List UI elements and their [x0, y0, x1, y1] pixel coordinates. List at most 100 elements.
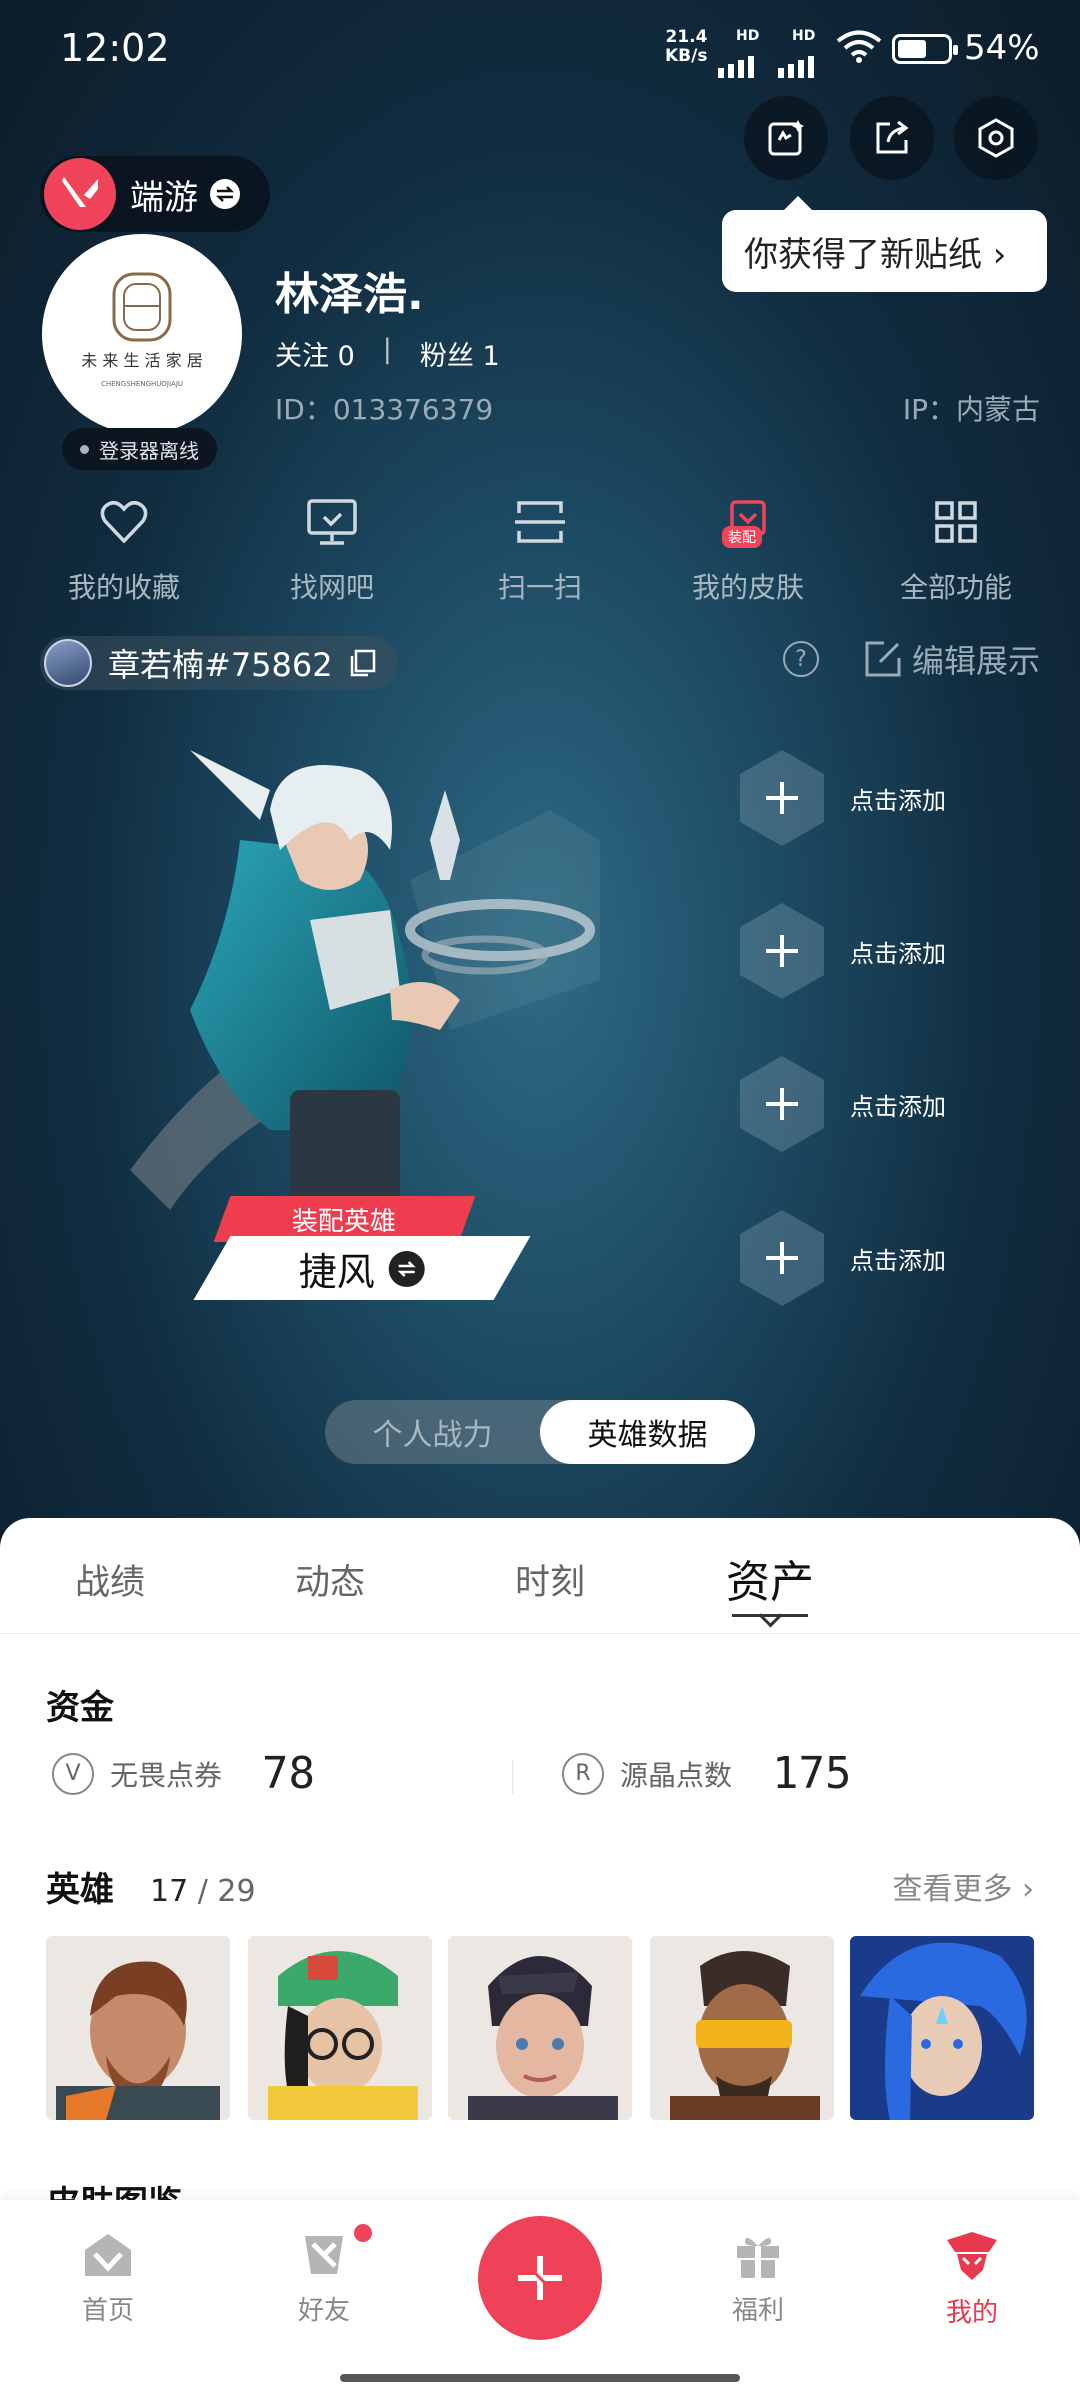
fund-radianite: R 源晶点数 175 — [562, 1748, 852, 1799]
shortcut-favorites[interactable]: 我的收藏 — [34, 492, 214, 606]
hero-card[interactable] — [46, 1936, 230, 2120]
shortcut-all-functions[interactable]: 全部功能 — [866, 492, 1046, 606]
valorant-logo-icon — [44, 158, 116, 230]
radianite-icon: R — [562, 1752, 604, 1795]
hero-card[interactable] — [248, 1936, 432, 2120]
hero-data-option[interactable]: 英雄数据 — [540, 1400, 755, 1464]
nav-me[interactable]: 我的 — [902, 2230, 1042, 2329]
copy-icon[interactable] — [347, 648, 377, 678]
notification-dot — [354, 2224, 372, 2242]
fans-count[interactable]: 粉丝 1 — [420, 334, 500, 373]
nav-home[interactable]: 首页 — [38, 2230, 178, 2327]
plus-icon — [740, 1210, 824, 1306]
shortcut-internet-cafe[interactable]: 找网吧 — [242, 492, 422, 606]
add-slot-1[interactable]: 点击添加 — [740, 750, 946, 846]
ip-location: IP：内蒙古 — [902, 393, 1040, 426]
settings-hex-icon — [978, 118, 1014, 158]
hd-label-2: HD — [792, 28, 816, 44]
bottom-nav: 首页 好友 福利 我的 — [0, 2200, 1080, 2400]
shortcut-my-skins[interactable]: 装配 我的皮肤 — [658, 492, 838, 606]
game-switch[interactable]: 端游 — [40, 156, 270, 232]
swap-hero-icon — [389, 1250, 425, 1286]
svg-text:未 来 生 活 家 居: 未 来 生 活 家 居 — [81, 351, 202, 370]
riot-id-text: 章若楠#75862 — [108, 646, 333, 684]
status-bar: 12:02 21.4 KB/s HD HD 54% — [0, 0, 1080, 100]
plus-icon — [740, 1056, 824, 1152]
riot-avatar — [44, 639, 92, 687]
nav-welfare[interactable]: 福利 — [688, 2230, 828, 2327]
add-slot-4[interactable]: 点击添加 — [740, 1210, 946, 1306]
chevron-right-icon: › — [1022, 1872, 1034, 1907]
hd-label-1: HD — [736, 28, 760, 44]
signal-icon-2 — [778, 46, 814, 78]
gift-icon — [737, 2237, 779, 2278]
skin-icon: 装配 — [718, 492, 778, 552]
tab-moments[interactable]: 时刻 — [440, 1518, 660, 1633]
svg-text:CHENGSHENGHUOJIAJU: CHENGSHENGHUOJIAJU — [101, 380, 183, 388]
hero-name-switch[interactable]: 捷风 — [193, 1236, 531, 1300]
tab-feed[interactable]: 动态 — [220, 1518, 440, 1633]
plus-icon — [740, 750, 824, 846]
follow-stats: 关注 0 | 粉丝 1 — [275, 334, 500, 373]
nickname: 林泽浩. — [275, 269, 424, 320]
new-sticker-tooltip[interactable]: 你获得了新贴纸 › — [722, 196, 1047, 292]
heart-icon — [94, 492, 154, 552]
content-tabs: 战绩 动态 时刻 资产 — [0, 1518, 1080, 1634]
status-time: 12:02 — [60, 26, 170, 70]
sticker-icon — [768, 120, 804, 156]
edit-icon — [865, 641, 901, 677]
profile-icon — [947, 2232, 997, 2280]
plus-icon — [518, 2256, 562, 2300]
shortcut-row: 我的收藏 找网吧 扫一扫 装配 我的皮肤 全部功能 — [0, 492, 1080, 606]
user-id: ID：013376379 — [275, 393, 494, 426]
avatar[interactable]: 未 来 生 活 家 居 CHENGSHENGHUOJIAJU — [42, 234, 242, 434]
following-count[interactable]: 关注 0 — [275, 334, 355, 373]
equip-badge: 装配 — [722, 526, 762, 548]
game-name: 端游 — [130, 177, 198, 218]
share-icon — [876, 120, 909, 154]
wifi-icon — [836, 30, 882, 63]
stats-separator: | — [382, 334, 392, 365]
nav-friends[interactable]: 好友 — [254, 2230, 394, 2327]
home-indicator — [340, 2374, 740, 2382]
fund-vp: V 无畏点券 78 — [52, 1748, 315, 1799]
home-icon — [85, 2234, 131, 2276]
battery-icon — [892, 34, 958, 64]
sticker-button[interactable] — [744, 96, 828, 180]
add-slot-2[interactable]: 点击添加 — [740, 903, 946, 999]
funds-title: 资金 — [46, 1688, 114, 1728]
login-status-badge: 登录器离线 — [62, 428, 217, 470]
plus-icon — [740, 903, 824, 999]
hero-name: 捷风 — [298, 1249, 375, 1294]
hero-card[interactable] — [850, 1936, 1034, 2120]
status-dot — [80, 444, 89, 454]
heroes-count: 17 / 29 — [150, 1874, 256, 1909]
riot-id-chip[interactable]: 章若楠#75862 — [40, 636, 398, 690]
heroes-header: 英雄 17 / 29 — [46, 1870, 256, 1910]
scan-icon — [510, 492, 570, 552]
heroes-see-more[interactable]: 查看更多 › — [892, 1864, 1034, 1908]
add-slot-3[interactable]: 点击添加 — [740, 1056, 946, 1152]
edit-showcase-button[interactable]: 编辑展示 — [864, 636, 1040, 682]
net-speed: 21.4 KB/s — [665, 27, 708, 66]
personal-power-option[interactable]: 个人战力 — [325, 1400, 540, 1464]
settings-button[interactable] — [954, 96, 1038, 180]
help-icon[interactable]: ? — [783, 641, 819, 677]
swap-icon — [210, 179, 240, 209]
mode-toggle: 个人战力 英雄数据 — [325, 1400, 755, 1464]
shortcut-scan[interactable]: 扫一扫 — [450, 492, 630, 606]
hero-card[interactable] — [448, 1936, 632, 2120]
hero-card[interactable] — [650, 1936, 834, 2120]
share-button[interactable] — [850, 96, 934, 180]
funds-divider — [512, 1760, 513, 1794]
vp-icon: V — [52, 1752, 94, 1795]
tab-assets[interactable]: 资产 — [660, 1518, 880, 1633]
avatar-logo-image: 未 来 生 活 家 居 CHENGSHENGHUOJIAJU — [81, 272, 203, 388]
battery-percent: 54% — [964, 28, 1040, 68]
grid-icon — [926, 492, 986, 552]
signal-icon-1 — [718, 46, 754, 78]
create-post-button[interactable] — [478, 2216, 602, 2340]
monitor-icon — [302, 492, 362, 552]
tab-record[interactable]: 战绩 — [0, 1518, 220, 1633]
friends-icon — [305, 2236, 343, 2274]
